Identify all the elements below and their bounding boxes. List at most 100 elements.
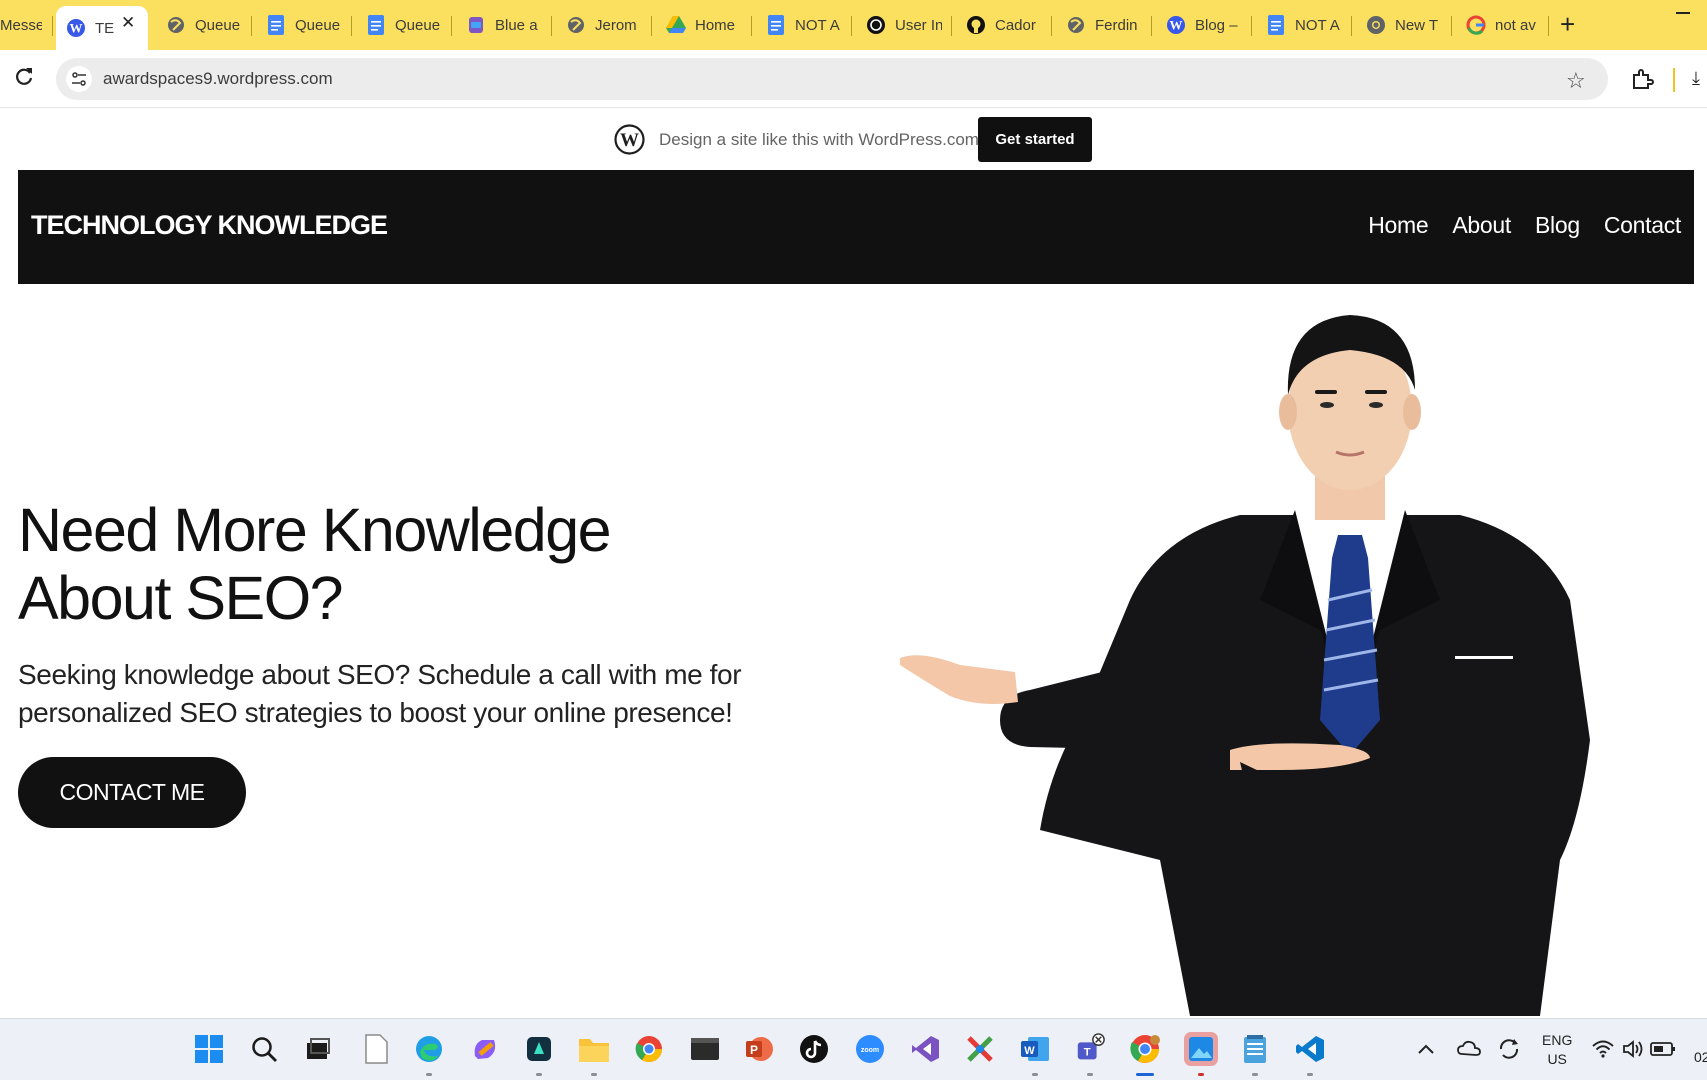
language-indicator[interactable]: ENG US xyxy=(1542,1031,1572,1069)
docs-icon xyxy=(266,15,286,35)
extensions-icon[interactable] xyxy=(1630,67,1654,91)
language-line-2: US xyxy=(1547,1051,1567,1067)
zoom-icon[interactable]: zoom xyxy=(854,1033,886,1065)
tab-separator xyxy=(851,16,852,36)
task-view-icon[interactable] xyxy=(302,1033,334,1065)
tab-separator xyxy=(451,16,452,36)
address-bar[interactable]: awardspaces9.wordpress.com ☆ xyxy=(56,58,1608,100)
chevron-up-icon[interactable] xyxy=(1414,1033,1438,1065)
tab-label: Messe xyxy=(0,16,42,34)
download-icon[interactable]: ⤓ xyxy=(1692,68,1700,89)
svg-text:W: W xyxy=(70,21,83,36)
nav-blog[interactable]: Blog xyxy=(1535,212,1580,239)
tab-separator xyxy=(651,16,652,36)
visual-studio-icon[interactable] xyxy=(909,1033,941,1065)
tab-label: NOT A xyxy=(795,16,840,34)
url-text[interactable]: awardspaces9.wordpress.com xyxy=(103,69,333,89)
hero-subtitle-line-1: Seeking knowledge about SEO? Schedule a … xyxy=(18,659,742,690)
tab-jerom[interactable]: Jerom xyxy=(566,8,642,42)
tab-home[interactable]: Home xyxy=(666,8,742,42)
snipping-icon[interactable] xyxy=(964,1033,996,1065)
volume-icon[interactable] xyxy=(1620,1033,1646,1065)
close-tab-icon[interactable]: ✕ xyxy=(121,13,135,33)
svg-text:zoom: zoom xyxy=(861,1047,879,1054)
nav-home[interactable]: Home xyxy=(1368,212,1428,239)
svg-text:W: W xyxy=(1024,1045,1035,1057)
contact-me-button[interactable]: CONTACT ME xyxy=(18,757,246,828)
openai-icon xyxy=(866,15,886,35)
wordpress-icon: W xyxy=(1166,15,1186,35)
nav-about[interactable]: About xyxy=(1452,212,1511,239)
tab-label: New T xyxy=(1395,16,1439,34)
word-icon[interactable]: W xyxy=(1019,1033,1051,1065)
battery-icon[interactable] xyxy=(1649,1033,1677,1065)
get-started-button[interactable]: Get started xyxy=(978,117,1092,162)
start-icon[interactable] xyxy=(193,1033,225,1065)
new-tab-button[interactable]: + xyxy=(1560,9,1575,39)
running-indicator xyxy=(536,1073,542,1076)
running-indicator xyxy=(1087,1073,1093,1076)
tab-label: Queue xyxy=(395,16,441,34)
tab-separator xyxy=(1548,16,1549,36)
running-indicator xyxy=(591,1073,597,1076)
file-explorer-icon[interactable] xyxy=(578,1033,610,1065)
docs-icon xyxy=(766,15,786,35)
tab-not-a-2[interactable]: NOT A xyxy=(1266,8,1342,42)
tab-label: Ferdin xyxy=(1095,16,1138,34)
tiktok-icon[interactable] xyxy=(798,1033,830,1065)
running-indicator xyxy=(426,1073,432,1076)
tab-messenger[interactable]: Messe xyxy=(0,8,42,42)
onedrive-icon[interactable] xyxy=(1456,1033,1482,1065)
site-title[interactable]: TECHNOLOGY KNOWLEDGE xyxy=(31,210,388,241)
tab-label: Blog – xyxy=(1195,16,1238,34)
bookmark-star-icon[interactable]: ☆ xyxy=(1566,68,1586,94)
terminal-icon[interactable] xyxy=(689,1033,721,1065)
minimize-button[interactable] xyxy=(1676,12,1690,14)
tab-not-av[interactable]: not av xyxy=(1466,8,1542,42)
svg-text:T: T xyxy=(1084,1047,1091,1059)
tab-user-in[interactable]: User In xyxy=(866,8,942,42)
wifi-icon[interactable] xyxy=(1590,1033,1616,1065)
app-icon[interactable] xyxy=(523,1033,555,1065)
globe-icon xyxy=(1066,15,1086,35)
tab-separator xyxy=(951,16,952,36)
tab-queue-3[interactable]: Queue xyxy=(366,8,442,42)
globe-icon xyxy=(566,15,586,35)
tab-queue-2[interactable]: Queue xyxy=(266,8,342,42)
teams-icon[interactable]: T xyxy=(1074,1033,1106,1065)
tab-label: Jerom xyxy=(595,16,637,34)
tab-label: not av xyxy=(1495,16,1536,34)
tab-blog[interactable]: W Blog – xyxy=(1166,8,1242,42)
search-icon[interactable] xyxy=(248,1033,280,1065)
running-indicator xyxy=(1198,1073,1204,1076)
notepad-icon[interactable] xyxy=(1239,1033,1271,1065)
hero-subtitle: Seeking knowledge about SEO? Schedule a … xyxy=(18,656,798,732)
photos-icon[interactable] xyxy=(1184,1032,1218,1066)
edge-icon[interactable] xyxy=(413,1033,445,1065)
powerpoint-icon[interactable]: P xyxy=(743,1033,775,1065)
print-icon xyxy=(466,15,486,35)
reload-icon[interactable] xyxy=(12,65,36,89)
promo-text: Design a site like this with WordPress.c… xyxy=(659,130,979,149)
vscode-icon[interactable] xyxy=(1294,1033,1326,1065)
clock-time[interactable]: 02 xyxy=(1694,1049,1707,1065)
chrome-active-icon[interactable] xyxy=(1129,1033,1161,1065)
tab-queue-1[interactable]: Queue xyxy=(166,8,242,42)
tab-label: Blue a xyxy=(495,16,538,34)
tab-ferdin[interactable]: Ferdin xyxy=(1066,8,1142,42)
tab-blue[interactable]: Blue a xyxy=(466,8,542,42)
tab-label: Cador xyxy=(995,16,1036,34)
nav-contact[interactable]: Contact xyxy=(1604,212,1681,239)
wordpress-promo-bar: W Design a site like this with WordPress… xyxy=(0,109,1707,169)
file-icon[interactable] xyxy=(360,1033,392,1065)
chrome-icon[interactable] xyxy=(633,1033,665,1065)
tab-not-a-1[interactable]: NOT A xyxy=(766,8,842,42)
tab-new-tab[interactable]: New T xyxy=(1366,8,1442,42)
site-info-icon[interactable] xyxy=(66,66,92,92)
tab-cador[interactable]: Cador xyxy=(966,8,1042,42)
sync-icon[interactable] xyxy=(1496,1033,1522,1065)
toolbar-divider xyxy=(1673,68,1675,92)
copilot-icon[interactable] xyxy=(469,1033,501,1065)
wordpress-icon: W xyxy=(66,18,86,38)
tab-label: User In xyxy=(895,16,942,34)
